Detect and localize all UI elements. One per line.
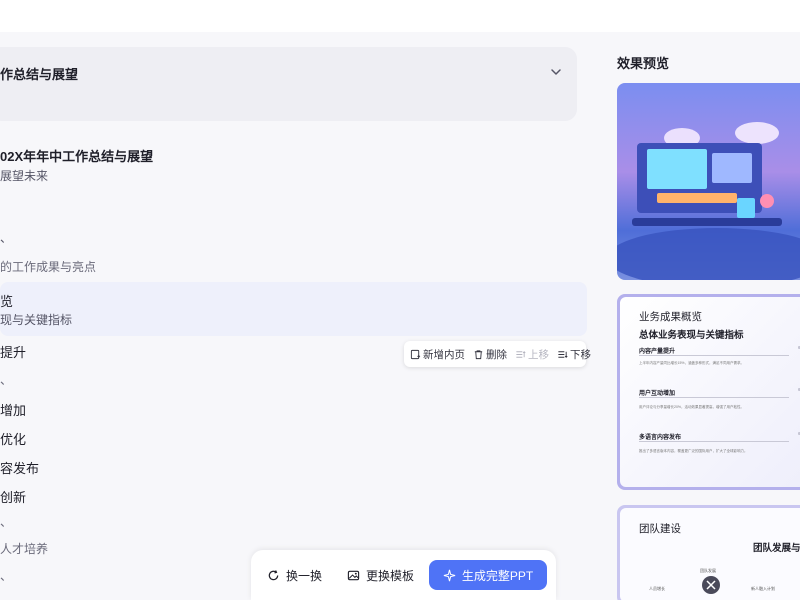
outline-item[interactable]: 创新 <box>0 487 26 506</box>
move-up-label: 上移 <box>528 348 549 361</box>
slide3-node-label: 新人融入计划 <box>751 586 775 591</box>
add-page-label: 新增内页 <box>423 348 465 361</box>
outline-item[interactable]: 容发布 <box>0 458 39 477</box>
slide2-block-heading: 用户互动增加 <box>639 391 676 397</box>
slide3-title: 团队建设 <box>639 523 681 535</box>
selected-item-subtitle: 现与关键指标 <box>0 313 73 327</box>
shuffle-button[interactable]: 换一换 <box>267 560 322 590</box>
section-label[interactable]: 人才培养 <box>0 540 48 557</box>
page-toolbar: 新增内页 删除 上移 下移 <box>404 341 591 367</box>
move-down-label: 下移 <box>570 348 591 361</box>
outline-item[interactable]: 增加 <box>0 400 26 419</box>
move-up-icon <box>516 350 526 358</box>
sparkle-icon <box>443 569 456 581</box>
divider <box>639 355 789 356</box>
slide2-block-text: 用户评论与分享量增长20%，活动效果显著提高，增强了用户粘性。 <box>639 405 745 409</box>
section-marker: 、 <box>0 515 13 529</box>
delete-label: 删除 <box>486 348 507 361</box>
move-up-button[interactable]: 上移 <box>515 347 549 362</box>
slide-thumbnail-team[interactable]: 团队建设 团队发展与人 团队发展 人员增长 新人融入计划 <box>617 505 800 600</box>
section-marker: 、 <box>0 569 13 583</box>
selected-item-title: 览 <box>0 294 14 309</box>
outline-item[interactable]: 提升 <box>0 342 26 361</box>
top-bar <box>0 0 800 32</box>
add-page-button[interactable]: 新增内页 <box>410 347 465 362</box>
image-icon <box>347 570 360 580</box>
shuffle-label: 换一换 <box>286 568 323 583</box>
slide3-node-label: 团队发展 <box>700 568 716 573</box>
slide2-block-heading: 内容产量提升 <box>639 349 676 355</box>
slide3-node-label: 人员增长 <box>649 586 665 591</box>
trash-icon <box>474 349 483 359</box>
section-label[interactable]: 的工作成果与亮点 <box>0 258 96 275</box>
delete-button[interactable]: 删除 <box>473 347 507 362</box>
accordion-title: 作总结与展望 <box>0 67 79 82</box>
outline-accordion[interactable]: 作总结与展望 <box>0 47 577 121</box>
doc-subtitle[interactable]: 展望未来 <box>0 167 48 184</box>
doc-title[interactable]: 02X年年中工作总结与展望 <box>0 146 153 165</box>
slide2-block-heading: 多语言内容发布 <box>639 435 682 441</box>
slide2-block-text: 上半年内容产量同比增长15%，涵盖多种形式，满足不同用户需求。 <box>639 361 745 365</box>
change-template-button[interactable]: 更换模板 <box>347 560 414 590</box>
preview-title: 效果预览 <box>617 56 670 71</box>
cover-illustration <box>617 122 800 280</box>
move-down-button[interactable]: 下移 <box>557 347 591 362</box>
outline-item-selected[interactable]: 览 现与关键指标 <box>0 282 587 336</box>
refresh-icon <box>268 569 279 580</box>
outline-item[interactable]: 、 <box>0 371 12 388</box>
slide3-subtitle: 团队发展与人 <box>753 543 800 554</box>
slide2-subtitle: 总体业务表现与关键指标 <box>639 330 744 341</box>
slide-thumbnail-cover[interactable] <box>617 83 800 280</box>
tools-icon <box>702 576 720 594</box>
slide-thumbnail-business[interactable]: 业务成果概览 总体业务表现与关键指标 内容产量提升 上半年内容产量同比增长15%… <box>617 294 800 490</box>
change-template-label: 更换模板 <box>366 568 415 583</box>
divider <box>639 441 789 442</box>
divider <box>639 397 789 398</box>
move-down-icon <box>558 350 568 358</box>
generate-ppt-button[interactable]: 生成完整PPT <box>429 560 547 590</box>
slide2-title: 业务成果概览 <box>639 311 702 323</box>
outline-item[interactable]: 优化 <box>0 429 26 448</box>
action-bar: 换一换 更换模板 生成完整PPT <box>251 550 556 600</box>
chevron-down-icon[interactable] <box>549 65 563 79</box>
slide2-block-text: 推出了多语言版本内容，覆盖更广泛的国际用户，扩大了全球影响力。 <box>639 449 748 453</box>
generate-ppt-label: 生成完整PPT <box>461 568 534 583</box>
add-page-icon <box>410 349 421 359</box>
section-marker: 、 <box>0 231 13 245</box>
